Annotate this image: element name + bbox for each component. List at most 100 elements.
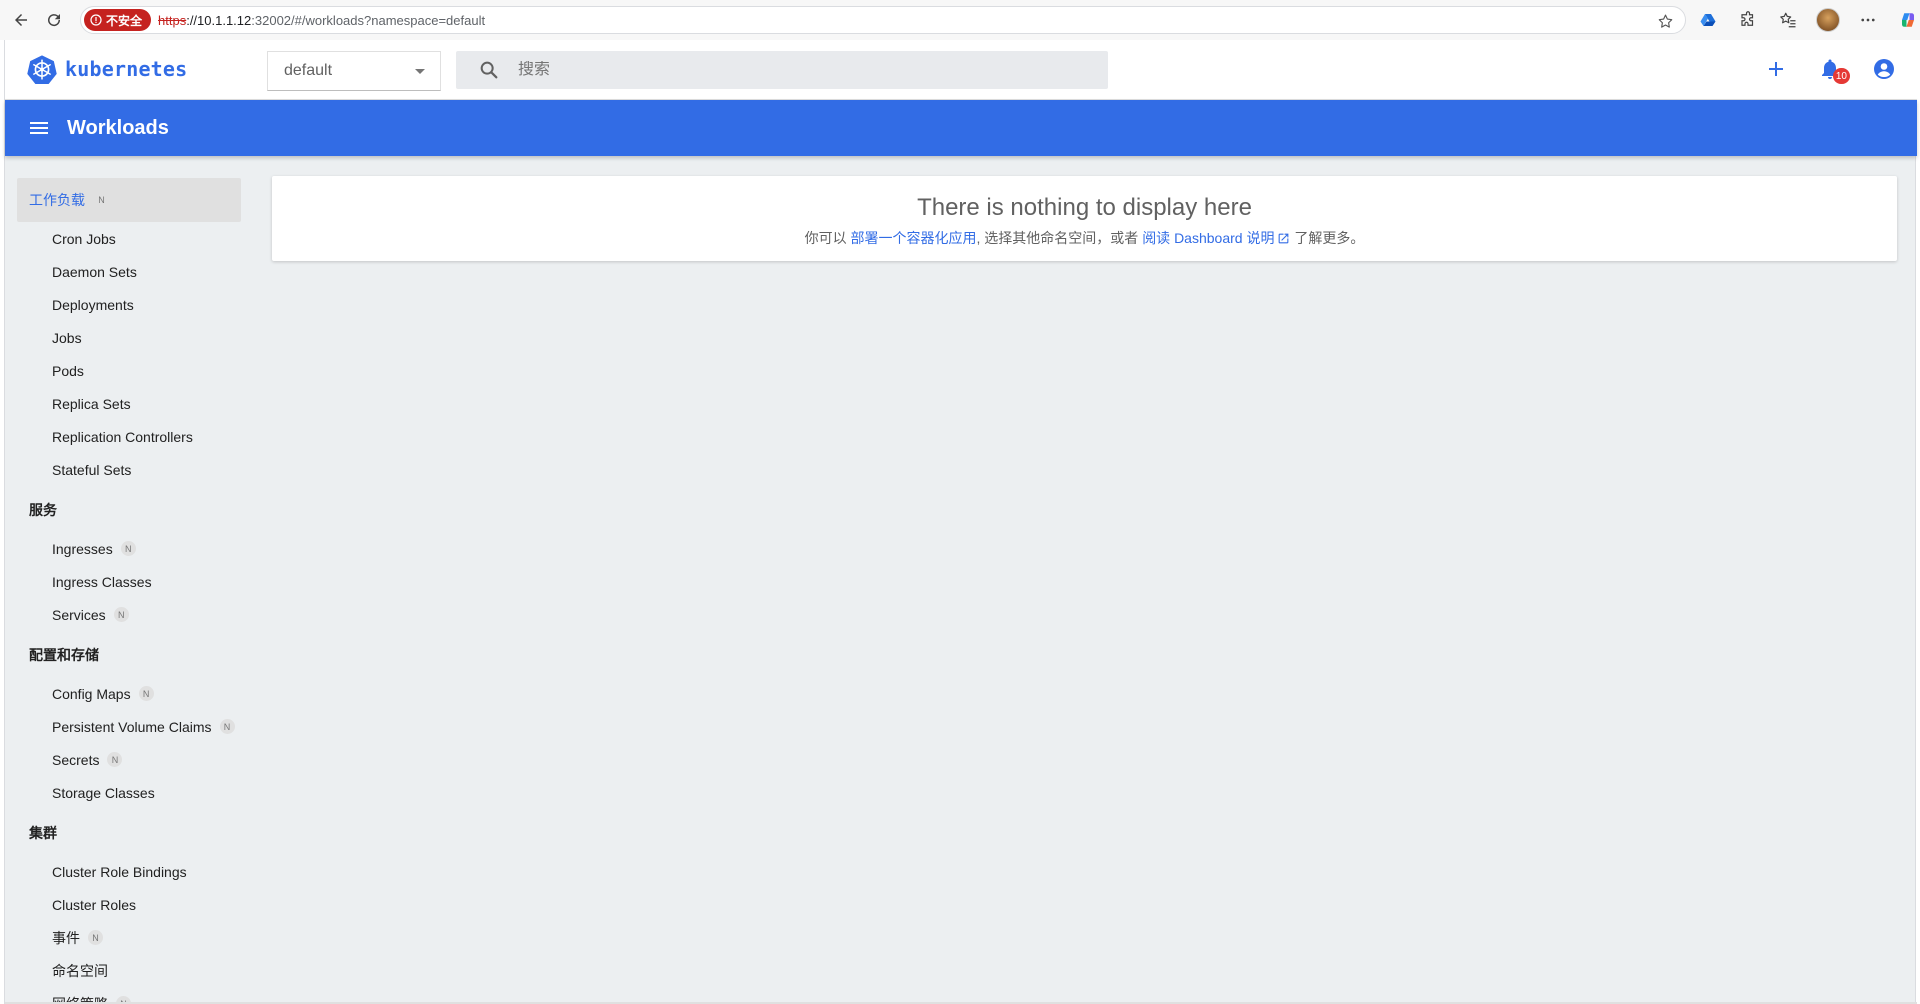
sidebar-item-label: Deployments [52,296,134,313]
brand-home-link[interactable]: kubernetes [27,54,187,84]
extensions-button[interactable] [1736,8,1760,32]
sidebar-section-services[interactable]: 服务 [17,488,247,532]
search-icon [480,61,498,79]
star-icon [1658,14,1672,28]
sidebar-item-label: Services [52,606,106,623]
favorite-button[interactable] [1655,11,1675,31]
namespaced-badge: N [113,607,129,622]
sidebar-item-storage-classes[interactable]: Storage Classes [17,776,247,809]
namespaced-badge: N [219,719,235,734]
sidebar-item-daemon-sets[interactable]: Daemon Sets [17,255,247,288]
sidebar-section-label: 工作负载 [29,192,85,208]
sidebar-item-deployments[interactable]: Deployments [17,288,247,321]
favorites-button[interactable] [1776,8,1800,32]
plus-icon [1769,62,1783,76]
nav-menu-toggle[interactable] [27,116,51,140]
sidebar-item-label: Replica Sets [52,395,131,412]
more-horizontal-icon [1861,18,1875,22]
url-scheme: https [158,12,187,28]
sidebar-item-events[interactable]: 事件 N [17,921,247,954]
sidebar-item-label: Jobs [52,329,82,346]
sidebar-item-cluster-roles[interactable]: Cluster Roles [17,888,247,921]
avatar [1816,8,1840,32]
caret-down-icon [415,69,425,74]
sidebar-item-label: Cluster Role Bindings [52,863,187,880]
sidebar-item-cluster-role-bindings[interactable]: Cluster Role Bindings [17,855,247,888]
sidebar-nav: 工作负载 N Cron Jobs Daemon Sets Deployments… [17,176,247,1004]
sidebar-item-label: 命名空间 [52,962,108,979]
sidebar-item-label: Stateful Sets [52,461,132,478]
empty-state-suffix: 了解更多。 [1294,230,1365,246]
sidebar-item-secrets[interactable]: Secrets N [17,743,247,776]
deploy-app-link[interactable]: 部署一个容器化应用 [851,230,977,246]
sidebar-item-pods[interactable]: Pods [17,354,247,387]
sidebar-section-workloads[interactable]: 工作负载 N [17,178,241,222]
app-toolbar: kubernetes default 10 [5,40,1917,100]
url-path: :32002/#/workloads?namespace=default [251,12,486,28]
page-title-bar: Workloads [5,100,1917,156]
account-circle-icon [1874,59,1894,79]
sidebar-item-namespaces[interactable]: 命名空间 [17,954,247,987]
dashboard-docs-link[interactable]: 阅读 Dashboard 说明 [1142,230,1290,246]
namespaced-badge: N [107,752,123,767]
empty-state-prefix: 你可以 [804,230,847,246]
sidebar-item-services[interactable]: Services N [17,598,247,631]
empty-state-card: There is nothing to display here 你可以 部署一… [272,176,1897,261]
notification-count-badge: 10 [1832,68,1850,84]
sidebar-item-label: 事件 [52,929,80,946]
insecure-label: 不安全 [106,13,143,28]
reload-button[interactable] [42,8,66,32]
puzzle-icon [1741,11,1754,26]
sidebar-item-ingress-classes[interactable]: Ingress Classes [17,565,247,598]
profile-button[interactable] [1816,8,1840,32]
empty-state-message: 你可以 部署一个容器化应用, 选择其他命名空间，或者 阅读 Dashboard … [272,228,1897,248]
reload-icon [48,14,61,27]
back-button[interactable] [9,8,33,32]
brand-name: kubernetes [65,57,188,81]
arrow-left-icon [15,14,27,26]
browser-extensions [1696,8,1920,32]
sidebar-item-stateful-sets[interactable]: Stateful Sets [17,453,247,486]
sidebar-item-replication-controllers[interactable]: Replication Controllers [17,420,247,453]
address-bar[interactable]: 不安全 https://10.1.1.12:32002/#/workloads?… [80,6,1686,34]
sidebar-section-label: 服务 [29,502,57,518]
namespaced-badge: N [94,192,109,208]
sidebar-item-label: Ingress Classes [52,573,152,590]
sidebar-section-cluster[interactable]: 集群 [17,811,247,855]
insecure-badge[interactable]: 不安全 [84,9,152,31]
sidebar-item-label: Pods [52,362,84,379]
create-resource-button[interactable] [1761,54,1791,84]
extension-drive[interactable] [1696,8,1720,32]
user-menu-button[interactable] [1869,54,1899,84]
sidebar-item-config-maps[interactable]: Config Maps N [17,677,247,710]
url-host: ://10.1.1.12 [186,12,252,28]
namespaced-badge: N [138,686,154,701]
sidebar-item-label: Storage Classes [52,784,155,801]
url-text[interactable]: https://10.1.1.12:32002/#/workloads?name… [158,13,485,28]
sidebar-item-label: Config Maps [52,685,131,702]
more-menu-button[interactable] [1856,8,1880,32]
sidebar-item-label: Daemon Sets [52,263,137,280]
sidebar-item-ingresses[interactable]: Ingresses N [17,532,247,565]
search-input[interactable] [518,61,1078,79]
sidebar-item-jobs[interactable]: Jobs [17,321,247,354]
sidebar-item-label: Cron Jobs [52,230,116,247]
sidebar-section-config-storage[interactable]: 配置和存储 [17,633,247,677]
kubernetes-logo-icon [27,55,57,84]
copilot-button[interactable] [1896,8,1920,32]
toolbar-actions: 10 [1737,54,1899,84]
copilot-icon [1902,13,1914,27]
sidebar-item-persistent-volume-claims[interactable]: Persistent Volume Claims N [17,710,247,743]
namespace-selector[interactable]: default [267,51,441,91]
page-title: Workloads [67,116,169,139]
namespaced-badge: N [120,541,136,556]
sidebar-item-label: Cluster Roles [52,896,137,913]
docs-link-label: 阅读 Dashboard 说明 [1142,230,1275,246]
sidebar-item-replica-sets[interactable]: Replica Sets [17,387,247,420]
open-in-new-icon [1279,233,1289,244]
notifications-button[interactable]: 10 [1815,54,1850,84]
sidebar-item-label: Secrets [52,751,100,768]
search-bar[interactable] [456,51,1108,89]
sidebar-item-cron-jobs[interactable]: Cron Jobs [17,222,247,255]
triangle-logo-icon [1700,14,1716,26]
